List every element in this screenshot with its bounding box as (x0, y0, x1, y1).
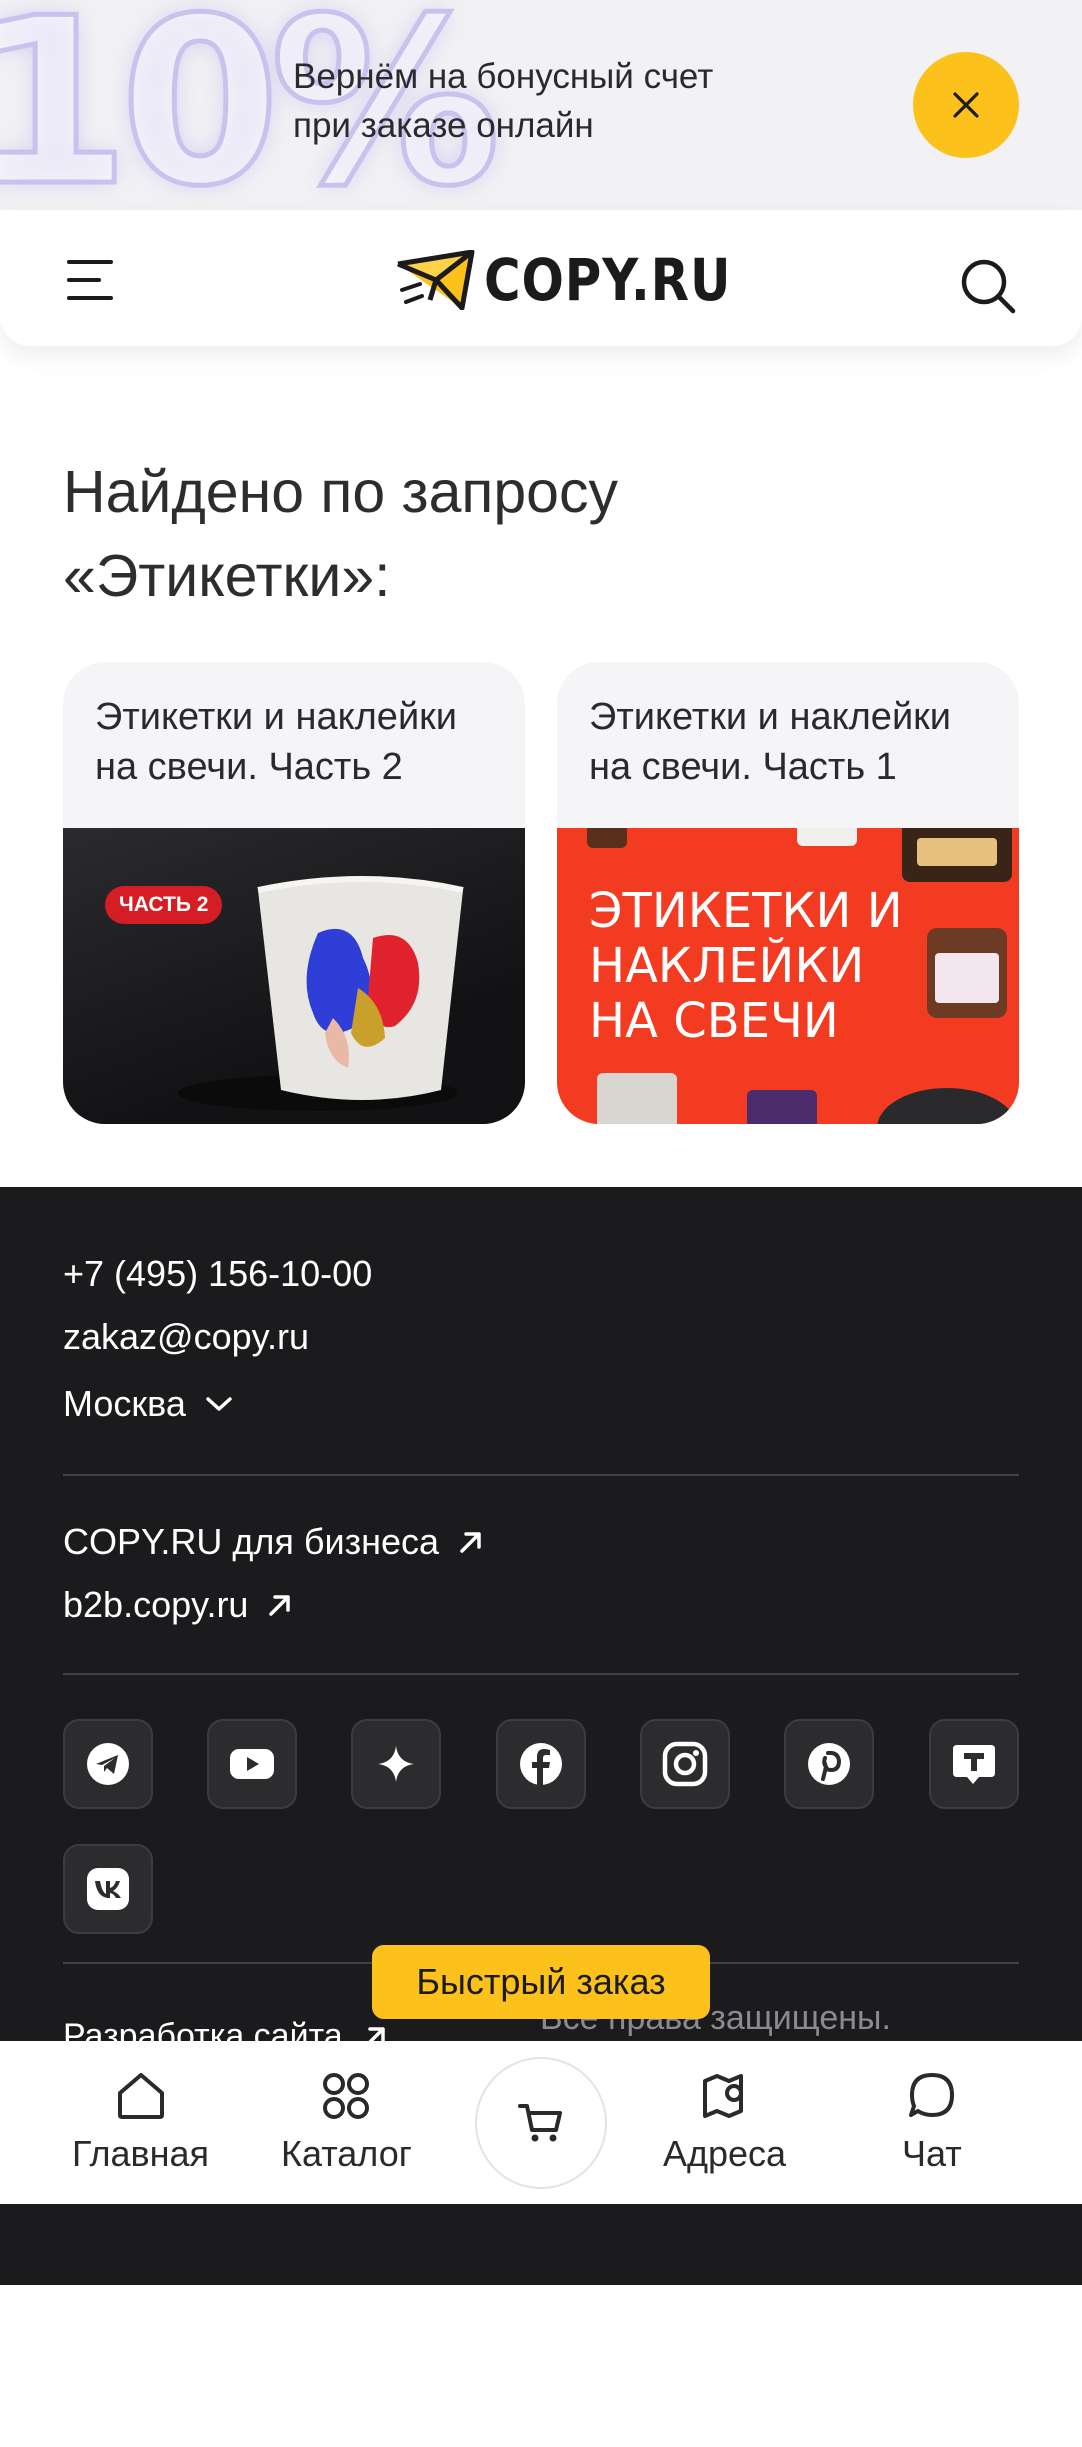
brand-name: COPY.RU (484, 246, 732, 314)
sparkle-icon (378, 1746, 414, 1782)
footer-business-link[interactable]: COPY.RU для бизнеса (63, 1520, 485, 1564)
card-title: Этикетки и наклейки на свечи. Часть 1 (589, 696, 952, 788)
bottom-nav: Главная Каталог Адреса Чат (0, 2041, 1082, 2204)
title-line-2: «Этикетки»: (63, 543, 391, 609)
map-pin-icon (702, 2074, 743, 2118)
quick-order-button[interactable]: Быстрый заказ (372, 1945, 710, 2019)
telegram-icon (87, 1743, 129, 1785)
card-image-candles-red: ЭТИКЕТКИ И НАКЛЕЙКИ НА СВЕЧИ (557, 828, 1019, 1124)
nav-chat[interactable]: Чат (902, 2071, 962, 2175)
instagram-button[interactable] (640, 1719, 730, 1809)
nav-chat-label: Чат (902, 2133, 962, 2174)
b2b-link-label: b2b.copy.ru (63, 1584, 249, 1625)
youtube-icon (230, 1749, 274, 1779)
close-icon (953, 92, 979, 118)
footer-bottom-strip (0, 2204, 1082, 2285)
nav-catalog-label: Каталог (281, 2133, 412, 2174)
city-selector[interactable]: Москва (63, 1382, 234, 1426)
promo-line-2: при заказе онлайн (293, 106, 594, 145)
promo-banner[interactable]: 10% Вернём на бонусный счет при заказе о… (0, 0, 1082, 212)
arrow-up-right-icon (460, 1532, 481, 1553)
footer-phone-link[interactable]: +7 (495) 156-10-00 (63, 1252, 372, 1296)
card-image-text: ЭТИКЕТКИ И НАКЛЕЙКИ НА СВЕЧИ (589, 883, 903, 1049)
logo[interactable]: COPY.RU (396, 246, 772, 314)
nav-catalog[interactable]: Каталог (281, 2071, 412, 2175)
footer-divider (63, 1673, 1019, 1675)
chevron-down-icon (206, 1397, 232, 1411)
nav-addresses-label: Адреса (663, 2133, 787, 2174)
vk-button[interactable] (63, 1844, 153, 1934)
city-label: Москва (63, 1383, 186, 1424)
vk-icon (87, 1868, 129, 1910)
promo-line-1: Вернём на бонусный счет (293, 57, 714, 96)
instagram-icon (662, 1741, 708, 1787)
footer-divider (63, 1474, 1019, 1476)
nav-home[interactable]: Главная (72, 2071, 209, 2175)
arrow-up-right-icon (269, 1595, 291, 1616)
facebook-button[interactable] (496, 1719, 586, 1809)
promo-close-button[interactable] (913, 52, 1019, 158)
youtube-button[interactable] (207, 1719, 297, 1809)
footer-email-link[interactable]: zakaz@copy.ru (63, 1315, 309, 1359)
home-icon (117, 2073, 164, 2119)
footer-b2b-link[interactable]: b2b.copy.ru (63, 1583, 294, 1627)
menu-icon (67, 260, 113, 300)
chat-icon (908, 2073, 954, 2117)
card-title: Этикетки и наклейки на свечи. Часть 2 (95, 696, 458, 788)
pinterest-icon (808, 1743, 850, 1785)
business-link-label: COPY.RU для бизнеса (63, 1521, 440, 1562)
tenchat-icon (953, 1745, 995, 1784)
grid-icon (323, 2073, 370, 2119)
card-image-candle-white: ЧАСТЬ 2 (63, 828, 525, 1124)
nav-home-label: Главная (72, 2133, 210, 2174)
search-button[interactable] (958, 256, 1018, 316)
result-card-part-2[interactable]: Этикетки и наклейки на свечи. Часть 2 ЧА… (63, 662, 525, 1124)
facebook-icon (520, 1743, 562, 1785)
promo-text: Вернём на бонусный счет при заказе онлай… (293, 52, 713, 150)
menu-button[interactable] (66, 258, 116, 302)
result-card-part-1[interactable]: Этикетки и наклейки на свечи. Часть 1 ЭТ… (557, 662, 1019, 1124)
site-header: COPY.RU (0, 210, 1082, 346)
candle-jar-illustration (178, 876, 464, 1111)
nav-cart-button[interactable] (475, 2057, 607, 2189)
cart-icon (518, 2104, 562, 2142)
search-results-title: Найдено по запросу «Этикетки»: (63, 450, 618, 618)
sparkle-button[interactable] (351, 1719, 441, 1809)
telegram-button[interactable] (63, 1719, 153, 1809)
search-icon (961, 259, 1016, 314)
paper-plane-logo-icon (397, 250, 475, 310)
title-line-1: Найдено по запросу (63, 459, 618, 525)
nav-addresses[interactable]: Адреса (663, 2071, 786, 2175)
tenchat-button[interactable] (929, 1719, 1019, 1809)
pinterest-button[interactable] (784, 1719, 874, 1809)
